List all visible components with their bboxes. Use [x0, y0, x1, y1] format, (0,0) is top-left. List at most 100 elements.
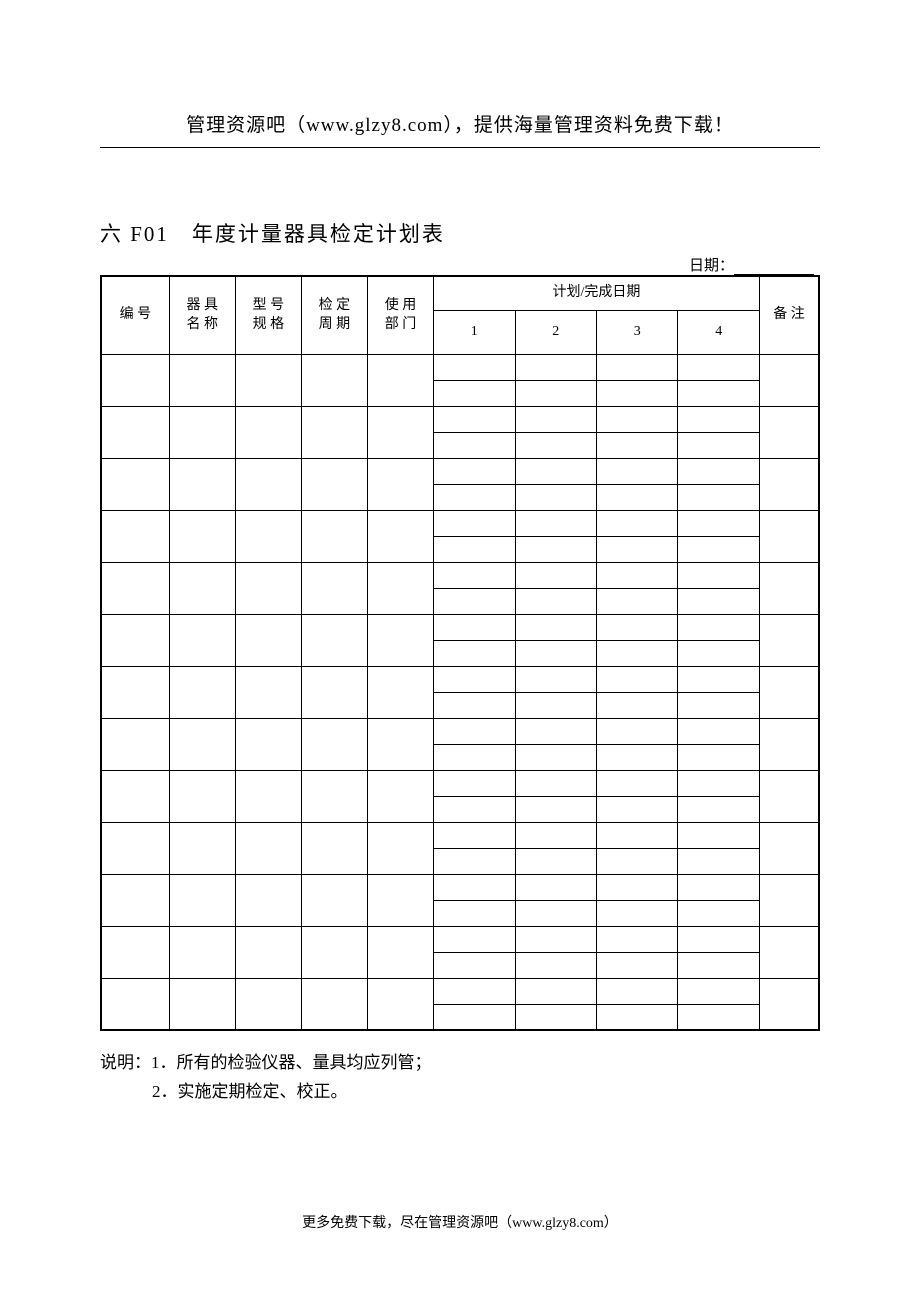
plan-cell[interactable]	[434, 822, 515, 848]
done-cell[interactable]	[434, 536, 515, 562]
date-blank[interactable]	[734, 274, 814, 275]
done-cell[interactable]	[678, 380, 760, 406]
cell[interactable]	[301, 614, 367, 666]
plan-cell[interactable]	[434, 926, 515, 952]
plan-cell[interactable]	[434, 770, 515, 796]
plan-cell[interactable]	[515, 978, 596, 1004]
cell[interactable]	[169, 510, 235, 562]
done-cell[interactable]	[434, 692, 515, 718]
cell[interactable]	[301, 718, 367, 770]
plan-cell[interactable]	[678, 510, 760, 536]
done-cell[interactable]	[515, 588, 596, 614]
done-cell[interactable]	[678, 952, 760, 978]
plan-cell[interactable]	[596, 458, 677, 484]
cell[interactable]	[367, 718, 433, 770]
cell[interactable]	[169, 978, 235, 1030]
done-cell[interactable]	[596, 796, 677, 822]
plan-cell[interactable]	[434, 718, 515, 744]
note-cell[interactable]	[759, 770, 819, 822]
cell[interactable]	[169, 614, 235, 666]
done-cell[interactable]	[515, 536, 596, 562]
cell[interactable]	[169, 770, 235, 822]
cell[interactable]	[101, 978, 169, 1030]
done-cell[interactable]	[596, 900, 677, 926]
done-cell[interactable]	[596, 1004, 677, 1030]
done-cell[interactable]	[515, 744, 596, 770]
note-cell[interactable]	[759, 822, 819, 874]
cell[interactable]	[169, 354, 235, 406]
note-cell[interactable]	[759, 406, 819, 458]
cell[interactable]	[101, 562, 169, 614]
cell[interactable]	[367, 666, 433, 718]
done-cell[interactable]	[596, 848, 677, 874]
done-cell[interactable]	[434, 1004, 515, 1030]
done-cell[interactable]	[678, 900, 760, 926]
plan-cell[interactable]	[596, 718, 677, 744]
cell[interactable]	[301, 406, 367, 458]
plan-cell[interactable]	[434, 562, 515, 588]
done-cell[interactable]	[678, 692, 760, 718]
done-cell[interactable]	[515, 900, 596, 926]
cell[interactable]	[301, 562, 367, 614]
done-cell[interactable]	[434, 380, 515, 406]
done-cell[interactable]	[434, 796, 515, 822]
plan-cell[interactable]	[515, 614, 596, 640]
cell[interactable]	[101, 614, 169, 666]
cell[interactable]	[367, 354, 433, 406]
done-cell[interactable]	[434, 952, 515, 978]
plan-cell[interactable]	[678, 406, 760, 432]
cell[interactable]	[235, 614, 301, 666]
plan-cell[interactable]	[678, 666, 760, 692]
note-cell[interactable]	[759, 874, 819, 926]
cell[interactable]	[367, 406, 433, 458]
cell[interactable]	[169, 458, 235, 510]
done-cell[interactable]	[515, 1004, 596, 1030]
cell[interactable]	[367, 770, 433, 822]
plan-cell[interactable]	[596, 822, 677, 848]
cell[interactable]	[367, 510, 433, 562]
done-cell[interactable]	[434, 900, 515, 926]
cell[interactable]	[301, 874, 367, 926]
plan-cell[interactable]	[515, 562, 596, 588]
done-cell[interactable]	[596, 952, 677, 978]
cell[interactable]	[235, 822, 301, 874]
done-cell[interactable]	[596, 536, 677, 562]
plan-cell[interactable]	[596, 978, 677, 1004]
plan-cell[interactable]	[596, 562, 677, 588]
done-cell[interactable]	[515, 484, 596, 510]
plan-cell[interactable]	[434, 510, 515, 536]
cell[interactable]	[169, 562, 235, 614]
cell[interactable]	[367, 614, 433, 666]
cell[interactable]	[235, 354, 301, 406]
cell[interactable]	[169, 822, 235, 874]
cell[interactable]	[235, 510, 301, 562]
cell[interactable]	[235, 666, 301, 718]
note-cell[interactable]	[759, 510, 819, 562]
cell[interactable]	[301, 666, 367, 718]
cell[interactable]	[367, 562, 433, 614]
cell[interactable]	[101, 926, 169, 978]
plan-cell[interactable]	[678, 562, 760, 588]
cell[interactable]	[235, 874, 301, 926]
cell[interactable]	[235, 458, 301, 510]
done-cell[interactable]	[434, 588, 515, 614]
cell[interactable]	[235, 562, 301, 614]
cell[interactable]	[301, 978, 367, 1030]
plan-cell[interactable]	[515, 406, 596, 432]
done-cell[interactable]	[596, 432, 677, 458]
done-cell[interactable]	[678, 588, 760, 614]
plan-cell[interactable]	[515, 510, 596, 536]
cell[interactable]	[367, 458, 433, 510]
plan-cell[interactable]	[596, 510, 677, 536]
plan-cell[interactable]	[434, 406, 515, 432]
cell[interactable]	[169, 926, 235, 978]
cell[interactable]	[301, 926, 367, 978]
plan-cell[interactable]	[678, 874, 760, 900]
cell[interactable]	[301, 458, 367, 510]
plan-cell[interactable]	[678, 354, 760, 380]
note-cell[interactable]	[759, 562, 819, 614]
cell[interactable]	[101, 718, 169, 770]
done-cell[interactable]	[596, 380, 677, 406]
done-cell[interactable]	[434, 640, 515, 666]
done-cell[interactable]	[434, 744, 515, 770]
